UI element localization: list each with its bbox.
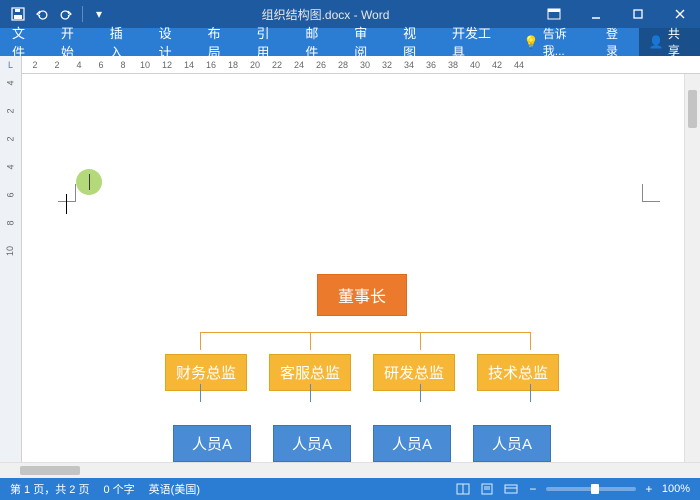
ribbon-options-icon[interactable] (534, 0, 574, 28)
web-layout-icon[interactable] (502, 481, 520, 497)
ruler-tick: 38 (442, 60, 464, 70)
org-node-staff[interactable]: 人员A (473, 425, 551, 462)
vruler-tick: 10 (5, 246, 15, 256)
qat-separator (82, 6, 83, 22)
share-label: 共享 (668, 25, 690, 59)
undo-icon[interactable] (34, 6, 50, 22)
ruler-tick: 6 (90, 60, 112, 70)
ruler-tick: 20 (244, 60, 266, 70)
lightbulb-icon: 💡 (524, 35, 539, 49)
share-button[interactable]: 👤 共享 (639, 28, 700, 56)
ruler-tick: 2 (46, 60, 68, 70)
ruler-tick: 24 (288, 60, 310, 70)
org-node-director[interactable]: 财务总监 (165, 354, 247, 391)
org-chart[interactable]: 董事长 财务总监 客服总监 研发总监 技术总监 人员A 人员A 人员A 人员A (142, 274, 582, 462)
tab-developer[interactable]: 开发工具 (440, 28, 514, 56)
zoom-slider-thumb[interactable] (591, 484, 599, 494)
vruler-tick: 2 (5, 136, 15, 141)
ruler-tick: 12 (156, 60, 178, 70)
person-icon: 👤 (649, 35, 664, 49)
org-node-ceo[interactable]: 董事长 (317, 274, 407, 316)
zoom-out-button[interactable]: − (526, 482, 540, 496)
ruler-tick: 14 (178, 60, 200, 70)
horizontal-scrollbar[interactable] (0, 462, 700, 478)
ruler-tick: 22 (266, 60, 288, 70)
vertical-ruler[interactable]: 4 2 2 4 6 8 10 (0, 74, 22, 462)
tab-mailings[interactable]: 邮件 (293, 28, 342, 56)
tab-design[interactable]: 设计 (147, 28, 196, 56)
ruler-tick: 10 (134, 60, 156, 70)
ruler-tick: 28 (332, 60, 354, 70)
ruler-tick: 40 (464, 60, 486, 70)
status-word-count[interactable]: 0 个字 (103, 481, 134, 497)
document-title: 组织结构图.docx - Word (117, 6, 534, 23)
document-page[interactable]: 董事长 财务总监 客服总监 研发总监 技术总监 人员A 人员A 人员A 人员A (22, 74, 700, 462)
org-node-director[interactable]: 研发总监 (373, 354, 455, 391)
connector-icon (310, 332, 311, 350)
print-layout-icon[interactable] (478, 481, 496, 497)
ruler-tick: 4 (68, 60, 90, 70)
maximize-icon[interactable] (618, 0, 658, 28)
connector-icon (530, 332, 531, 350)
vruler-tick: 4 (5, 164, 15, 169)
org-node-director[interactable]: 技术总监 (477, 354, 559, 391)
read-mode-icon[interactable] (454, 481, 472, 497)
close-icon[interactable] (660, 0, 700, 28)
ruler-tick: 2 (24, 60, 46, 70)
signin-button[interactable]: 登录 (596, 28, 639, 56)
save-icon[interactable] (10, 6, 26, 22)
ruler-tick: 36 (420, 60, 442, 70)
ruler-tick: 8 (112, 60, 134, 70)
ruler-tick: 18 (222, 60, 244, 70)
margin-mark-icon (58, 184, 76, 202)
ruler-tick: 26 (310, 60, 332, 70)
org-node-staff[interactable]: 人员A (273, 425, 351, 462)
connector-icon (310, 384, 311, 402)
connector-icon (200, 384, 201, 402)
zoom-in-button[interactable]: + (642, 482, 656, 496)
margin-mark-icon (642, 184, 660, 202)
vruler-tick: 4 (5, 80, 15, 85)
ruler-tick: 30 (354, 60, 376, 70)
tab-home[interactable]: 开始 (49, 28, 98, 56)
connector-icon (530, 384, 531, 402)
ruler-tick: 16 (200, 60, 222, 70)
ruler-tick: 32 (376, 60, 398, 70)
org-node-staff[interactable]: 人员A (373, 425, 451, 462)
redo-icon[interactable] (58, 6, 74, 22)
tab-file[interactable]: 文件 (0, 28, 49, 56)
connector-icon (420, 384, 421, 402)
tab-layout[interactable]: 布局 (196, 28, 245, 56)
tell-me-label: 告诉我... (543, 25, 586, 59)
tab-selector[interactable]: L (0, 56, 22, 74)
ruler-tick: 44 (508, 60, 530, 70)
tab-insert[interactable]: 插入 (98, 28, 147, 56)
vruler-tick: 2 (5, 108, 15, 113)
qat-dropdown-icon[interactable]: ▾ (91, 6, 107, 22)
ruler-tick: 42 (486, 60, 508, 70)
tab-view[interactable]: 视图 (391, 28, 440, 56)
tab-references[interactable]: 引用 (244, 28, 293, 56)
text-caret (66, 194, 67, 214)
org-node-staff[interactable]: 人员A (173, 425, 251, 462)
ruler-tick: 34 (398, 60, 420, 70)
connector-icon (200, 332, 201, 350)
connector-icon (420, 332, 421, 350)
zoom-level[interactable]: 100% (662, 483, 690, 495)
vertical-scrollbar[interactable] (684, 74, 700, 462)
connector-icon (200, 332, 530, 333)
minimize-icon[interactable] (576, 0, 616, 28)
tab-review[interactable]: 审阅 (342, 28, 391, 56)
tell-me-button[interactable]: 💡 告诉我... (514, 28, 596, 56)
zoom-slider[interactable] (546, 487, 636, 491)
status-page[interactable]: 第 1 页，共 2 页 (10, 481, 89, 497)
vruler-tick: 6 (5, 192, 15, 197)
cursor-indicator-icon (76, 169, 102, 195)
horizontal-ruler[interactable]: 2 2 4 6 8 10 12 14 16 18 20 22 24 26 28 … (22, 56, 700, 73)
vruler-tick: 8 (5, 220, 15, 225)
status-language[interactable]: 英语(美国) (149, 481, 200, 497)
